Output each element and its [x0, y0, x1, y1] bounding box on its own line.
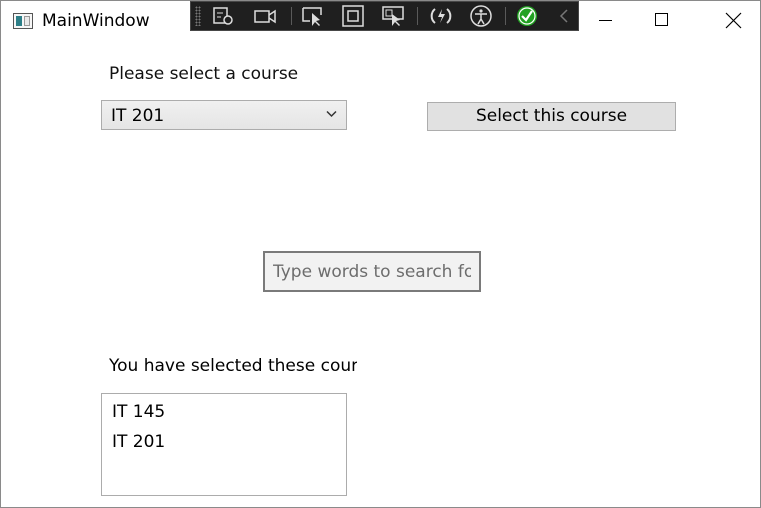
app-icon: [13, 13, 33, 29]
collapse-chevron-icon[interactable]: [553, 5, 577, 27]
select-course-button[interactable]: Select this course: [427, 102, 676, 131]
select-element-icon[interactable]: [301, 5, 325, 27]
toolbar-grip[interactable]: [195, 6, 201, 26]
record-icon[interactable]: [253, 5, 277, 27]
binding-check-icon[interactable]: [515, 5, 539, 27]
live-visual-tree-icon[interactable]: [211, 5, 235, 27]
chevron-down-icon: [326, 110, 337, 118]
close-button[interactable]: [703, 1, 761, 41]
display-layout-adorners-icon[interactable]: [341, 5, 365, 27]
maximize-button[interactable]: [633, 1, 691, 41]
hot-reload-icon[interactable]: [429, 5, 453, 27]
main-window: MainWindow Please select a course IT 201…: [0, 0, 761, 508]
search-input[interactable]: [265, 253, 479, 290]
course-prompt-label: Please select a course: [109, 64, 299, 84]
minimize-button[interactable]: [576, 1, 634, 41]
window-title: MainWindow: [42, 11, 150, 31]
close-icon: [725, 12, 742, 29]
course-combobox-value: IT 201: [111, 106, 165, 126]
list-item[interactable]: IT 201: [102, 427, 346, 457]
accessibility-icon[interactable]: [469, 5, 493, 27]
list-item[interactable]: IT 145: [102, 397, 346, 427]
selected-courses-label: You have selected these courses: [109, 356, 357, 376]
selected-courses-list[interactable]: IT 145 IT 201: [101, 393, 347, 496]
minimize-icon: [599, 20, 612, 21]
search-box[interactable]: [263, 251, 481, 292]
track-focused-element-icon[interactable]: [381, 5, 405, 27]
course-combobox[interactable]: IT 201: [101, 100, 347, 130]
maximize-icon: [655, 13, 668, 26]
debug-toolbar: [190, 1, 579, 31]
